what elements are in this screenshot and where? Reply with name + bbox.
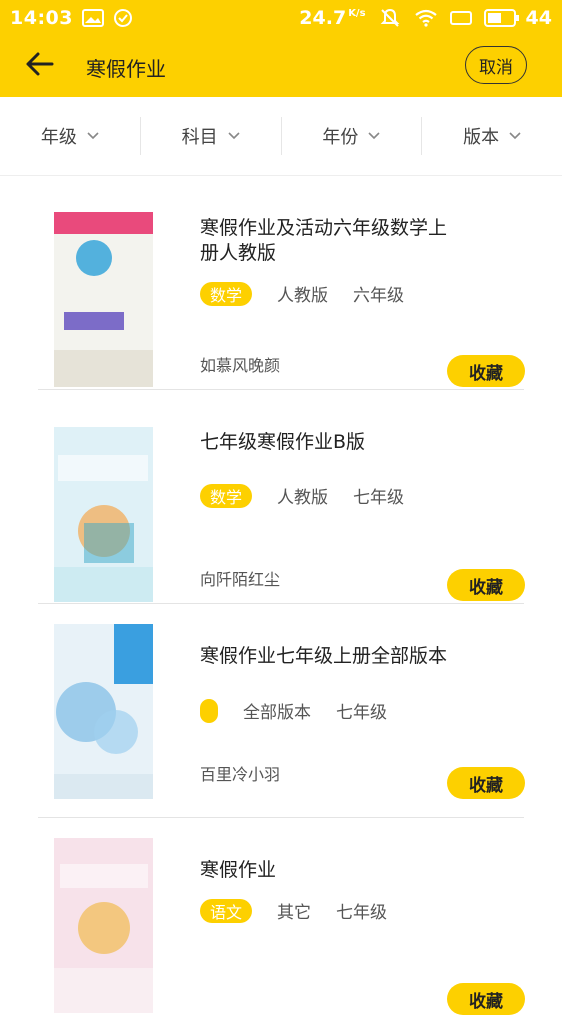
- status-time: 14:03: [10, 7, 73, 29]
- book-cover[interactable]: [54, 838, 153, 1013]
- favorite-button[interactable]: 收藏: [447, 569, 525, 601]
- screen-icon: [449, 10, 472, 26]
- edition-text: 人教版: [277, 286, 329, 306]
- uploader-name: 如慕风晚颜: [200, 356, 281, 375]
- grade-text: 七年级: [353, 488, 405, 508]
- book-tags: 数学 人教版 六年级: [200, 281, 404, 306]
- status-bar: 14:03 24.7 K/s 44: [0, 0, 562, 36]
- book-tags: 语文 其它 七年级: [200, 898, 387, 923]
- edition-text: 全部版本: [243, 703, 311, 723]
- book-list: 寒假作业及活动六年级数学上册人教版 数学 人教版 六年级 如慕风晚颜 收藏 七年…: [0, 176, 562, 1031]
- uploader-name: 向阡陌红尘: [200, 570, 281, 589]
- book-title[interactable]: 七年级寒假作业B版: [200, 430, 462, 455]
- book-cover[interactable]: [54, 427, 153, 602]
- mute-icon: [380, 8, 400, 28]
- filter-edition[interactable]: 版本: [422, 117, 562, 155]
- wifi-icon: [414, 9, 438, 27]
- edition-text: 人教版: [277, 488, 329, 508]
- book-cover[interactable]: [54, 212, 153, 387]
- list-item[interactable]: 寒假作业 语文 其它 七年级 收藏: [38, 818, 525, 1031]
- favorite-button[interactable]: 收藏: [447, 767, 525, 799]
- list-item[interactable]: 寒假作业及活动六年级数学上册人教版 数学 人教版 六年级 如慕风晚颜 收藏: [38, 176, 525, 390]
- battery-level: 44: [525, 7, 552, 29]
- battery-icon: [483, 9, 520, 27]
- page-title: 寒假作业: [86, 57, 166, 81]
- image-icon: [81, 9, 104, 27]
- grade-text: 六年级: [353, 286, 405, 306]
- check-circle-icon: [113, 8, 133, 28]
- chevron-down-icon: [228, 132, 240, 140]
- filter-bar: 年级 科目 年份 版本: [0, 97, 562, 176]
- network-speed-unit: K/s: [348, 7, 366, 19]
- subject-badge: [200, 698, 218, 723]
- favorite-button[interactable]: 收藏: [447, 355, 525, 387]
- edition-text: 其它: [277, 903, 312, 923]
- filter-label: 年级: [40, 127, 77, 148]
- book-title[interactable]: 寒假作业: [200, 858, 462, 883]
- book-tags: 数学 人教版 七年级: [200, 483, 404, 508]
- grade-text: 七年级: [336, 703, 387, 723]
- uploader-name: 百里冷小羽: [200, 765, 281, 784]
- nav-bar: 寒假作业 取消: [0, 36, 562, 97]
- favorite-button[interactable]: 收藏: [447, 983, 525, 1015]
- book-title[interactable]: 寒假作业七年级上册全部版本: [200, 644, 462, 669]
- subject-badge: 语文: [200, 898, 253, 923]
- filter-year[interactable]: 年份: [282, 117, 423, 155]
- subject-badge: 数学: [200, 483, 253, 508]
- list-item[interactable]: 七年级寒假作业B版 数学 人教版 七年级 向阡陌红尘 收藏: [38, 390, 525, 604]
- back-button[interactable]: [24, 50, 60, 82]
- filter-label: 年份: [322, 127, 359, 148]
- subject-badge: 数学: [200, 281, 253, 306]
- filter-label: 科目: [181, 127, 218, 148]
- book-title[interactable]: 寒假作业及活动六年级数学上册人教版: [200, 216, 462, 266]
- grade-text: 七年级: [336, 903, 388, 923]
- list-item[interactable]: 寒假作业七年级上册全部版本 全部版本 七年级 百里冷小羽 收藏: [38, 604, 525, 818]
- network-speed: 24.7: [299, 7, 347, 29]
- book-tags: 全部版本 七年级: [200, 698, 387, 723]
- chevron-down-icon: [368, 132, 380, 140]
- filter-grade[interactable]: 年级: [0, 117, 141, 155]
- cancel-button[interactable]: 取消: [465, 46, 527, 84]
- arrow-left-icon: [24, 51, 54, 81]
- chevron-down-icon: [87, 132, 99, 140]
- book-cover[interactable]: [54, 624, 153, 799]
- filter-subject[interactable]: 科目: [141, 117, 282, 155]
- filter-label: 版本: [463, 127, 500, 148]
- chevron-down-icon: [509, 132, 521, 140]
